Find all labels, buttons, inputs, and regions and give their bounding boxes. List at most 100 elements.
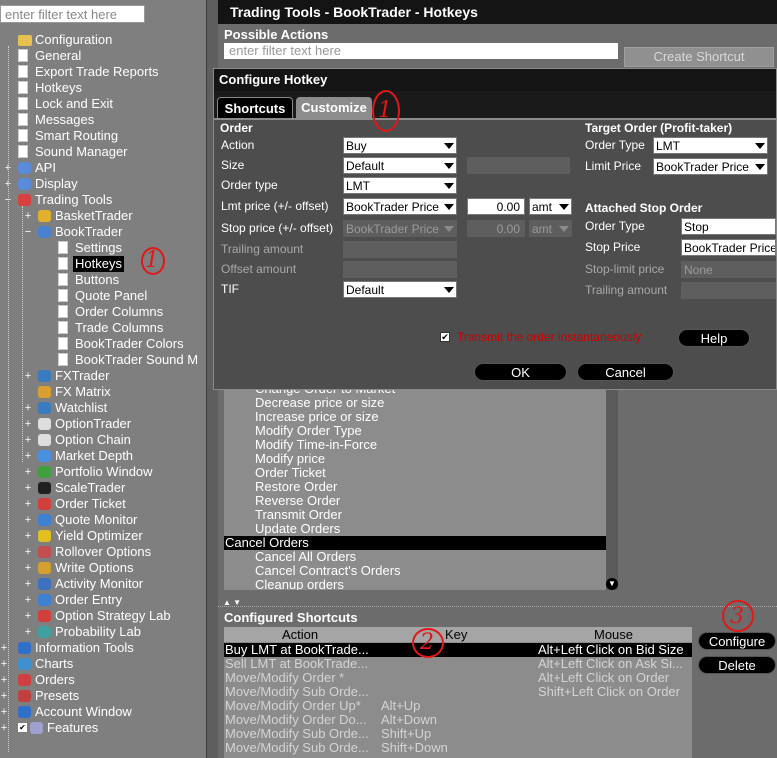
tree-node[interactable]: + Charts	[0, 656, 206, 672]
tree-node[interactable]: Settings	[0, 240, 206, 256]
expand-icon[interactable]: +	[24, 435, 32, 446]
tree-node[interactable]: + Yield Optimizer	[0, 528, 206, 544]
expand-icon[interactable]: +	[24, 627, 32, 638]
lmt-unit-select[interactable]: amt	[529, 198, 572, 215]
expand-icon[interactable]: +	[24, 563, 32, 574]
action-list-item[interactable]: Order Ticket	[224, 466, 606, 480]
expand-icon[interactable]: +	[24, 451, 32, 462]
column-header-key[interactable]: Key	[445, 627, 467, 642]
tree-node[interactable]: + Display	[0, 176, 206, 192]
action-list-item[interactable]: Cancel Contract's Orders	[224, 564, 606, 578]
tab-customize[interactable]: Customize	[296, 97, 372, 119]
expand-icon[interactable]: +	[24, 483, 32, 494]
expand-icon[interactable]: +	[24, 579, 32, 590]
actions-filter-input[interactable]: enter filter text here	[224, 43, 618, 59]
action-list-item[interactable]: Cancel All Orders	[224, 550, 606, 564]
checkbox-icon[interactable]: ✔	[18, 723, 27, 732]
tif-select[interactable]: Default	[343, 281, 457, 298]
tree-node[interactable]: Lock and Exit	[0, 96, 206, 112]
tree-node[interactable]: Smart Routing	[0, 128, 206, 144]
expand-icon[interactable]: +	[24, 371, 32, 382]
tree-node[interactable]: + Option Chain	[0, 432, 206, 448]
tree-node[interactable]: + Order Ticket	[0, 496, 206, 512]
action-list-item[interactable]: Modify Order Type	[224, 424, 606, 438]
expand-icon[interactable]: +	[24, 547, 32, 558]
expand-icon[interactable]: +	[0, 643, 8, 654]
table-row[interactable]: Move/Modify Order Up* Alt+Up	[224, 699, 692, 713]
cancel-button[interactable]: Cancel	[577, 363, 674, 381]
table-row[interactable]: Move/Modify Order Do... Alt+Down	[224, 713, 692, 727]
table-row[interactable]: Move/Modify Order * Alt+Left Click on Ord…	[224, 671, 692, 685]
table-row[interactable]: Sell LMT at BookTrade... Alt+Left Click o…	[224, 657, 692, 671]
scroll-down-icon[interactable]: ▼	[606, 578, 618, 590]
transmit-checkbox[interactable]: ✔	[440, 332, 450, 342]
action-list-item[interactable]: Increase price or size	[224, 410, 606, 424]
column-header-action[interactable]: Action	[282, 627, 318, 642]
tree-node[interactable]: Export Trade Reports	[0, 64, 206, 80]
column-header-mouse[interactable]: Mouse	[594, 627, 633, 642]
tree-node[interactable]: + Account Window	[0, 704, 206, 720]
attached-stop-price-select[interactable]: BookTrader Price	[681, 239, 776, 256]
tree-node[interactable]: + Portfolio Window	[0, 464, 206, 480]
expand-icon[interactable]: +	[0, 675, 8, 686]
tree-node[interactable]: Configuration	[0, 32, 206, 48]
delete-button[interactable]: Delete	[698, 656, 776, 674]
stop-order-type-select[interactable]: Stop	[681, 218, 776, 235]
expand-icon[interactable]: +	[0, 707, 8, 718]
expand-icon[interactable]: +	[24, 467, 32, 478]
action-list-item[interactable]: Decrease price or size	[224, 396, 606, 410]
collapse-icon[interactable]: −	[24, 227, 32, 238]
actions-scrollbar[interactable]: ▼	[606, 380, 618, 590]
action-list-item[interactable]: Cleanup orders	[224, 578, 606, 591]
order-type-select[interactable]: LMT	[343, 177, 457, 194]
lmt-offset-input[interactable]: 0.00	[467, 198, 525, 215]
expand-icon[interactable]: +	[24, 595, 32, 606]
tree-node[interactable]: + API	[0, 160, 206, 176]
tree-node[interactable]: + OptionTrader	[0, 416, 206, 432]
action-list-item[interactable]: Update Orders	[224, 522, 606, 536]
expand-icon[interactable]: +	[24, 611, 32, 622]
tree-node[interactable]: Hotkeys	[0, 256, 206, 272]
target-order-type-select[interactable]: LMT	[653, 137, 768, 154]
tree-node[interactable]: − Trading Tools	[0, 192, 206, 208]
table-row[interactable]: Move/Modify Sub Orde... Shift+Left Click …	[224, 685, 692, 699]
ok-button[interactable]: OK	[474, 363, 567, 381]
tree-node[interactable]: Buttons	[0, 272, 206, 288]
table-row[interactable]: Move/Modify Sub Orde... Shift+Up	[224, 727, 692, 741]
lmt-price-select[interactable]: BookTrader Price	[343, 198, 457, 215]
tree-node[interactable]: + Information Tools	[0, 640, 206, 656]
action-select[interactable]: Buy	[343, 137, 457, 154]
tree-filter-input[interactable]: enter filter text here	[0, 5, 145, 23]
tree-node[interactable]: + Presets	[0, 688, 206, 704]
action-list-item[interactable]: Restore Order	[224, 480, 606, 494]
tree-node[interactable]: + ScaleTrader	[0, 480, 206, 496]
expand-icon[interactable]: +	[24, 531, 32, 542]
action-list-item[interactable]: Modify Time-in-Force	[224, 438, 606, 452]
expand-icon[interactable]: +	[24, 419, 32, 430]
tree-node[interactable]: + Probability Lab	[0, 624, 206, 640]
expand-icon[interactable]: +	[24, 403, 32, 414]
expand-icon[interactable]: +	[0, 691, 8, 702]
tree-node[interactable]: Messages	[0, 112, 206, 128]
action-list-item[interactable]: Modify price	[224, 452, 606, 466]
action-list-item[interactable]: Cancel Orders	[224, 536, 606, 550]
tree-node[interactable]: + Write Options	[0, 560, 206, 576]
tree-node[interactable]: General	[0, 48, 206, 64]
create-shortcut-button[interactable]: Create Shortcut	[624, 47, 774, 67]
action-list-item[interactable]: Transmit Order	[224, 508, 606, 522]
tree-node[interactable]: Order Columns	[0, 304, 206, 320]
tree-node[interactable]: + Market Depth	[0, 448, 206, 464]
help-button[interactable]: Help	[678, 329, 750, 347]
tree-node[interactable]: BookTrader Colors	[0, 336, 206, 352]
tree-node[interactable]: Sound Manager	[0, 144, 206, 160]
tree-node[interactable]: + ✔ Features	[0, 720, 206, 736]
table-row[interactable]: Buy LMT at BookTrade... Alt+Left Click on…	[224, 643, 692, 657]
tree-node[interactable]: + Orders	[0, 672, 206, 688]
table-row[interactable]: Move/Modify Sub Orde... Shift+Down	[224, 741, 692, 755]
tree-node[interactable]: + Activity Monitor	[0, 576, 206, 592]
tree-node[interactable]: Quote Panel	[0, 288, 206, 304]
tree-node[interactable]: + BasketTrader	[0, 208, 206, 224]
limit-price-select[interactable]: BookTrader Price	[653, 158, 768, 175]
action-list-item[interactable]: Reverse Order	[224, 494, 606, 508]
configure-button[interactable]: Configure	[698, 632, 776, 650]
